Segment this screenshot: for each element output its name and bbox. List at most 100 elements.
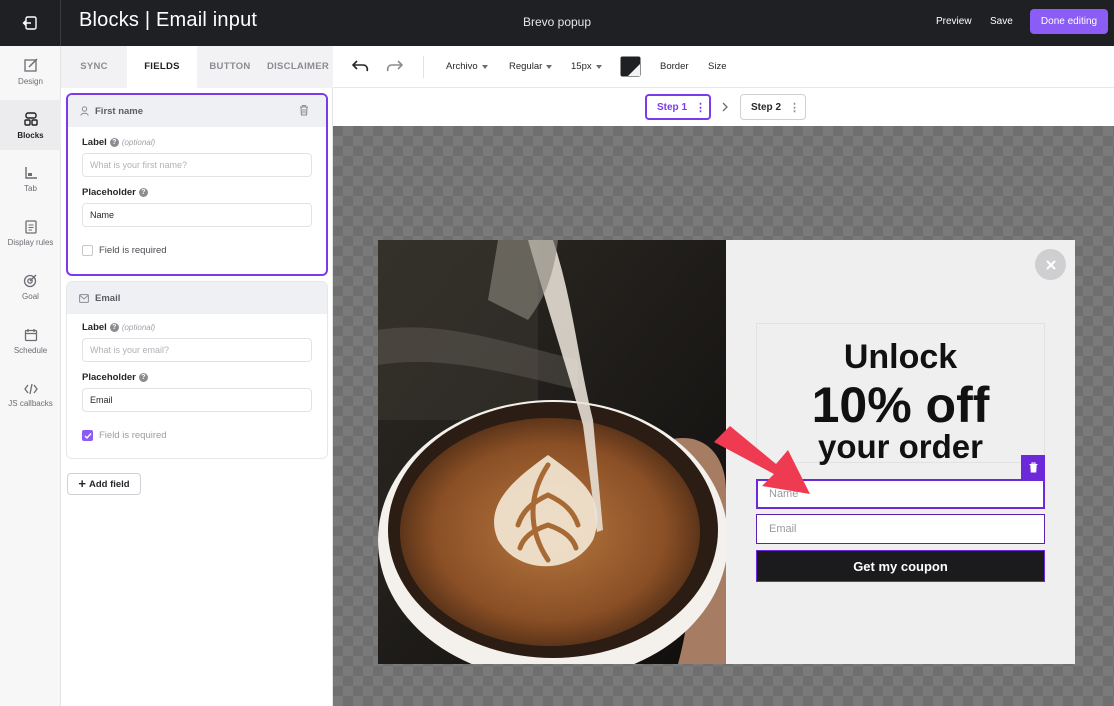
field-title: Email [95, 292, 121, 304]
tab-icon [24, 166, 37, 179]
font-size-select[interactable]: 15px [571, 61, 602, 72]
chevron-down-icon [595, 64, 602, 69]
panel-tabs: SYNC FIELDS BUTTON DISCLAIMER [61, 46, 333, 88]
display-rules-icon [24, 219, 37, 234]
headline-line-1: Unlock [843, 338, 958, 376]
font-family-value: Archivo [446, 61, 478, 72]
plus-icon: + [78, 476, 86, 491]
popup-preview[interactable]: Unlock 10% off your order Name Email Get… [378, 240, 1075, 664]
border-label: Border [660, 61, 689, 72]
step-2-tab[interactable]: Step 2 ⋮ [740, 94, 806, 120]
latte-art-illustration [378, 240, 726, 664]
size-button[interactable]: Size [708, 61, 726, 72]
size-label: Size [708, 61, 727, 72]
coffee-image [378, 240, 726, 664]
field-card-first-name[interactable]: First name Label ? (optional) What is yo… [66, 93, 328, 276]
toolbar-divider [423, 56, 424, 78]
font-weight-select[interactable]: Regular [509, 61, 553, 72]
label-caption: Label ? (optional) [82, 322, 155, 333]
sidebar-item-blocks[interactable]: Blocks [0, 100, 61, 150]
sidebar-item-label: JS callbacks [8, 398, 53, 408]
step-label: Step 2 [751, 101, 782, 113]
required-checkbox-row[interactable]: Field is required [82, 245, 167, 256]
placeholder-input[interactable]: Name [82, 203, 312, 227]
help-icon[interactable]: ? [109, 323, 119, 332]
design-icon [23, 57, 38, 72]
placeholder-caption: Placeholder ? [82, 372, 148, 383]
red-arrow-annotation [714, 426, 810, 494]
required-checkbox[interactable] [82, 245, 93, 256]
chevron-down-icon [481, 64, 488, 69]
sidebar-rail: Design Blocks Tab Display rules Goal Sch… [0, 46, 61, 706]
redo-icon[interactable] [385, 60, 403, 72]
popup-email-input[interactable]: Email [756, 514, 1045, 544]
required-label: Field is required [99, 245, 167, 256]
sidebar-item-label: Tab [24, 183, 37, 193]
delete-block-button[interactable] [1021, 455, 1045, 479]
help-icon[interactable]: ? [109, 138, 119, 147]
placeholder-caption: Placeholder ? [82, 187, 148, 198]
save-button[interactable]: Save [990, 16, 1013, 27]
required-checkbox[interactable] [82, 430, 93, 441]
done-editing-button[interactable]: Done editing [1030, 9, 1108, 34]
popup-close-button[interactable] [1035, 249, 1066, 280]
label-input[interactable]: What is your first name? [82, 153, 312, 177]
undo-icon[interactable] [352, 60, 370, 72]
sidebar-item-label: Goal [22, 292, 39, 301]
user-icon [80, 106, 89, 116]
field-title: First name [95, 105, 144, 117]
font-weight-value: Regular [509, 61, 543, 72]
label-caption-text: Label [82, 322, 107, 333]
get-coupon-button[interactable]: Get my coupon [756, 550, 1045, 582]
add-field-label: Add field [88, 478, 130, 490]
font-family-select[interactable]: Archivo [446, 61, 488, 72]
help-icon[interactable]: ? [138, 188, 148, 197]
placeholder-caption-text: Placeholder [82, 187, 136, 198]
trash-icon[interactable] [299, 104, 309, 116]
optional-hint: (optional) [121, 323, 156, 332]
tab-sync[interactable]: SYNC [61, 46, 127, 88]
help-icon[interactable]: ? [138, 373, 148, 382]
label-caption-text: Label [82, 137, 107, 148]
top-bar: Blocks | Email input Brevo popup Preview… [0, 0, 1114, 46]
color-swatch-icon[interactable] [620, 56, 641, 77]
label-caption: Label ? (optional) [82, 137, 155, 148]
more-icon[interactable]: ⋮ [695, 101, 706, 114]
sidebar-item-display-rules[interactable]: Display rules [0, 208, 61, 258]
check-icon [84, 432, 92, 439]
tab-disclaimer[interactable]: DISCLAIMER [263, 46, 333, 88]
placeholder-caption-text: Placeholder [82, 372, 136, 383]
add-field-button[interactable]: + Add field [67, 473, 141, 495]
sidebar-item-tab[interactable]: Tab [0, 154, 61, 204]
optional-hint: (optional) [121, 138, 156, 147]
sidebar-item-goal[interactable]: Goal [0, 262, 61, 312]
sidebar-item-design[interactable]: Design [0, 46, 61, 96]
fields-panel: SYNC FIELDS BUTTON DISCLAIMER First name… [61, 46, 333, 706]
blocks-icon [23, 111, 38, 126]
chevron-right-icon [722, 102, 728, 112]
field-card-header[interactable]: Email [67, 282, 327, 314]
more-icon[interactable]: ⋮ [789, 101, 800, 114]
close-icon [1045, 259, 1056, 270]
goal-icon [23, 274, 37, 288]
required-label: Field is required [99, 430, 167, 441]
required-checkbox-row[interactable]: Field is required [82, 430, 167, 441]
sidebar-item-label: Display rules [7, 237, 54, 247]
sidebar-item-js-callbacks[interactable]: JS callbacks [0, 370, 61, 420]
sidebar-item-schedule[interactable]: Schedule [0, 316, 61, 366]
border-button[interactable]: Border [660, 61, 689, 72]
schedule-icon [24, 328, 37, 341]
tab-button[interactable]: BUTTON [197, 46, 263, 88]
placeholder-input[interactable]: Email [82, 388, 312, 412]
label-input[interactable]: What is your email? [82, 338, 312, 362]
preview-button[interactable]: Preview [936, 16, 972, 27]
step-1-tab[interactable]: Step 1 ⋮ [645, 94, 711, 120]
sidebar-item-label: Blocks [17, 130, 44, 140]
tab-fields[interactable]: FIELDS [127, 46, 197, 88]
trash-icon [1029, 461, 1037, 472]
field-card-header[interactable]: First name [68, 95, 326, 127]
font-size-value: 15px [571, 61, 592, 72]
sidebar-item-label: Schedule [13, 345, 48, 355]
field-card-email[interactable]: Email Label ? (optional) What is your em… [66, 281, 328, 459]
chevron-down-icon [546, 64, 553, 69]
